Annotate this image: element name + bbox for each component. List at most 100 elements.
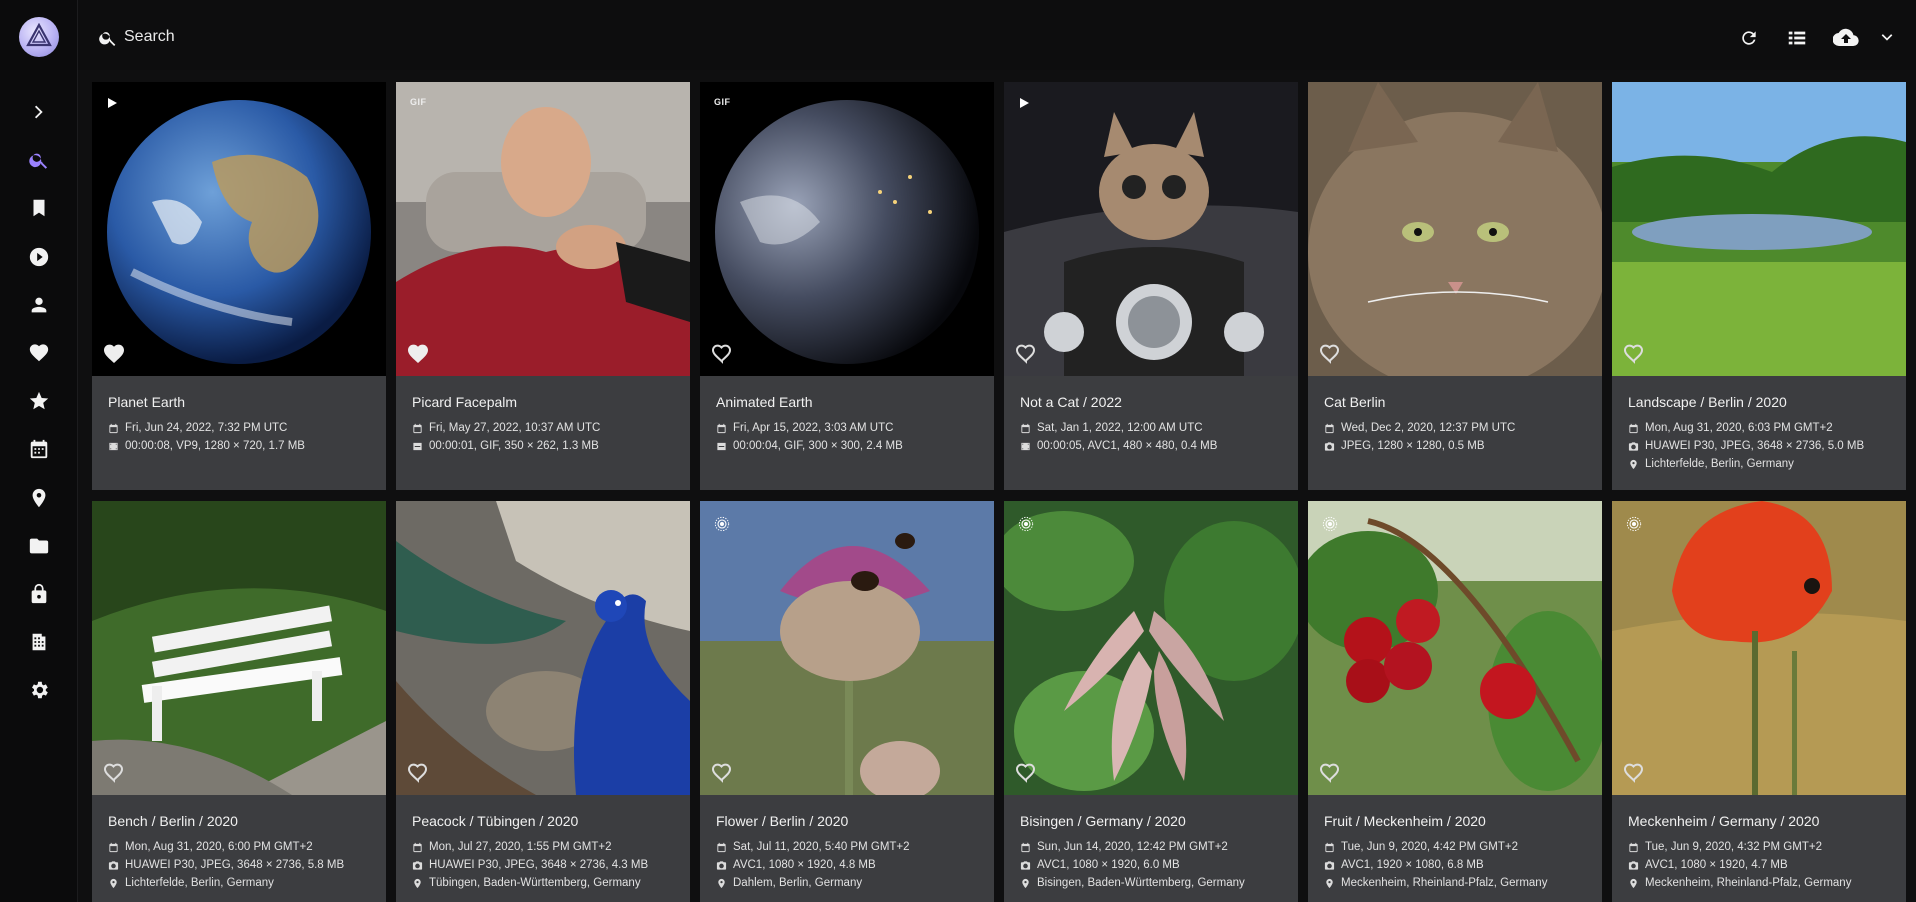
favorite-toggle[interactable] <box>1014 342 1038 364</box>
photo-location-text: Lichterfelde, Berlin, Germany <box>125 877 274 889</box>
sidebar-item-search[interactable] <box>0 136 78 184</box>
photo-thumbnail[interactable] <box>1004 82 1298 376</box>
calendar-icon <box>1021 423 1030 433</box>
photo-card[interactable]: Not a Cat / 2022 Sat, Jan 1, 2022, 12:00… <box>1004 82 1298 490</box>
sidebar-item-videos[interactable] <box>0 233 78 281</box>
list-view-button[interactable] <box>1782 23 1812 53</box>
photo-details: JPEG, 1280 × 1280, 0.5 MB <box>1324 437 1594 455</box>
favorite-toggle[interactable] <box>1318 342 1342 364</box>
photo-location[interactable]: Bisingen, Baden-Württemberg, Germany <box>1020 874 1290 892</box>
sidebar-item-settings[interactable] <box>0 666 78 714</box>
photo-location[interactable]: Tübingen, Baden-Württemberg, Germany <box>412 874 682 892</box>
photo-card[interactable]: Meckenheim / Germany / 2020 Tue, Jun 9, … <box>1612 501 1906 902</box>
photo-thumbnail[interactable] <box>1308 501 1602 795</box>
sidebar-item-moments[interactable] <box>0 377 78 425</box>
photo-card[interactable]: Peacock / Tübingen / 2020 Mon, Jul 27, 2… <box>396 501 690 902</box>
sidebar-item-library[interactable] <box>0 618 78 666</box>
photo-title[interactable]: Flower / Berlin / 2020 <box>716 813 986 829</box>
photo-title[interactable]: Picard Facepalm <box>412 394 682 410</box>
photo-thumbnail[interactable] <box>396 501 690 795</box>
peacock-image <box>396 501 690 795</box>
photo-thumbnail[interactable] <box>1308 82 1602 376</box>
sidebar-item-folders[interactable] <box>0 522 78 570</box>
sidebar-item-calendar[interactable] <box>0 425 78 473</box>
photo-thumbnail[interactable] <box>1004 501 1298 795</box>
sidebar-item-albums[interactable] <box>0 184 78 232</box>
calendar-icon <box>717 842 726 852</box>
live-photo-badge <box>1626 516 1642 534</box>
refresh-button[interactable] <box>1734 23 1764 53</box>
photo-title[interactable]: Landscape / Berlin / 2020 <box>1628 394 1898 410</box>
favorite-toggle[interactable] <box>406 342 430 364</box>
sidebar-item-places[interactable] <box>0 474 78 522</box>
photo-detail-text: AVC1, 1080 × 1920, 6.0 MB <box>1037 859 1180 871</box>
photo-detail-text: AVC1, 1920 × 1080, 6.8 MB <box>1341 859 1484 871</box>
photo-card[interactable]: GIF Picard Facepalm Fri, May 27, 2022, 1… <box>396 82 690 490</box>
photo-card[interactable]: Planet Earth Fri, Jun 24, 2022, 7:32 PM … <box>92 82 386 490</box>
video-badge <box>1018 97 1030 111</box>
photo-date-text: Fri, Apr 15, 2022, 3:03 AM UTC <box>733 422 894 434</box>
sidebar-item-favorites[interactable] <box>0 329 78 377</box>
photo-thumbnail[interactable] <box>92 82 386 376</box>
photo-thumbnail[interactable] <box>700 501 994 795</box>
favorite-toggle[interactable] <box>710 342 734 364</box>
photo-title[interactable]: Planet Earth <box>108 394 378 410</box>
photo-location[interactable]: Dahlem, Berlin, Germany <box>716 874 986 892</box>
photo-card[interactable]: Fruit / Meckenheim / 2020 Tue, Jun 9, 20… <box>1308 501 1602 902</box>
photo-detail-text: 00:00:04, GIF, 300 × 300, 2.4 MB <box>733 440 903 452</box>
photo-card[interactable]: GIF Animated Earth Fri, Apr 15, 2022, 3:… <box>700 82 994 490</box>
gif-icon <box>717 442 726 450</box>
favorite-toggle[interactable] <box>1622 761 1646 783</box>
photo-date: Mon, Aug 31, 2020, 6:00 PM GMT+2 <box>108 838 378 856</box>
live-photo-icon <box>1018 516 1034 532</box>
favorite-toggle[interactable] <box>102 761 126 783</box>
location-icon <box>414 878 421 888</box>
favorite-toggle[interactable] <box>710 761 734 783</box>
photo-thumbnail[interactable]: GIF <box>396 82 690 376</box>
photo-title[interactable]: Meckenheim / Germany / 2020 <box>1628 813 1898 829</box>
sidebar-item-private[interactable] <box>0 570 78 618</box>
photo-title[interactable]: Fruit / Meckenheim / 2020 <box>1324 813 1594 829</box>
photo-thumbnail[interactable] <box>1612 501 1906 795</box>
heart-outline-icon <box>1015 344 1036 364</box>
favorite-toggle[interactable] <box>1318 761 1342 783</box>
upload-button[interactable] <box>1828 23 1864 53</box>
photo-info: Animated Earth Fri, Apr 15, 2022, 3:03 A… <box>716 394 986 455</box>
more-options-button[interactable] <box>1872 23 1902 53</box>
photo-title[interactable]: Peacock / Tübingen / 2020 <box>412 813 682 829</box>
photo-location-text: Tübingen, Baden-Württemberg, Germany <box>429 877 641 889</box>
photo-detail-text: 00:00:05, AVC1, 480 × 480, 0.4 MB <box>1037 440 1218 452</box>
photo-location-text: Bisingen, Baden-Württemberg, Germany <box>1037 877 1245 889</box>
photo-thumbnail[interactable] <box>92 501 386 795</box>
photo-thumbnail[interactable]: GIF <box>700 82 994 376</box>
photo-title[interactable]: Animated Earth <box>716 394 986 410</box>
photo-title[interactable]: Not a Cat / 2022 <box>1020 394 1290 410</box>
photo-card[interactable]: Bisingen / Germany / 2020 Sun, Jun 14, 2… <box>1004 501 1298 902</box>
favorite-toggle[interactable] <box>1014 761 1038 783</box>
photo-location[interactable]: Lichterfelde, Berlin, Germany <box>108 874 378 892</box>
photo-card[interactable]: Landscape / Berlin / 2020 Mon, Aug 31, 2… <box>1612 82 1906 490</box>
photo-thumbnail[interactable] <box>1612 82 1906 376</box>
photo-card[interactable]: Bench / Berlin / 2020 Mon, Aug 31, 2020,… <box>92 501 386 902</box>
photo-date-text: Fri, Jun 24, 2022, 7:32 PM UTC <box>125 422 288 434</box>
search-input[interactable] <box>124 22 724 52</box>
photo-location[interactable]: Meckenheim, Rheinland-Pfalz, Germany <box>1324 874 1594 892</box>
favorite-toggle[interactable] <box>1622 342 1646 364</box>
favorite-toggle[interactable] <box>102 342 126 364</box>
photo-title[interactable]: Bisingen / Germany / 2020 <box>1020 813 1290 829</box>
photo-title[interactable]: Cat Berlin <box>1324 394 1594 410</box>
photo-date-text: Fri, May 27, 2022, 10:37 AM UTC <box>429 422 601 434</box>
sidebar-item-people[interactable] <box>0 281 78 329</box>
photo-title[interactable]: Bench / Berlin / 2020 <box>108 813 378 829</box>
photo-details: HUAWEI P30, JPEG, 3648 × 2736, 4.3 MB <box>412 856 682 874</box>
photo-card[interactable]: Cat Berlin Wed, Dec 2, 2020, 12:37 PM UT… <box>1308 82 1602 490</box>
app-logo[interactable] <box>19 17 59 57</box>
location-icon <box>1630 878 1637 888</box>
favorite-toggle[interactable] <box>406 761 430 783</box>
photo-date-text: Mon, Jul 27, 2020, 1:55 PM GMT+2 <box>429 841 612 853</box>
photo-location[interactable]: Meckenheim, Rheinland-Pfalz, Germany <box>1628 874 1898 892</box>
photo-location[interactable]: Lichterfelde, Berlin, Germany <box>1628 455 1898 473</box>
photo-card[interactable]: Flower / Berlin / 2020 Sat, Jul 11, 2020… <box>700 501 994 902</box>
photo-date: Tue, Jun 9, 2020, 4:42 PM GMT+2 <box>1324 838 1594 856</box>
sidebar-item-expand[interactable] <box>0 88 78 136</box>
